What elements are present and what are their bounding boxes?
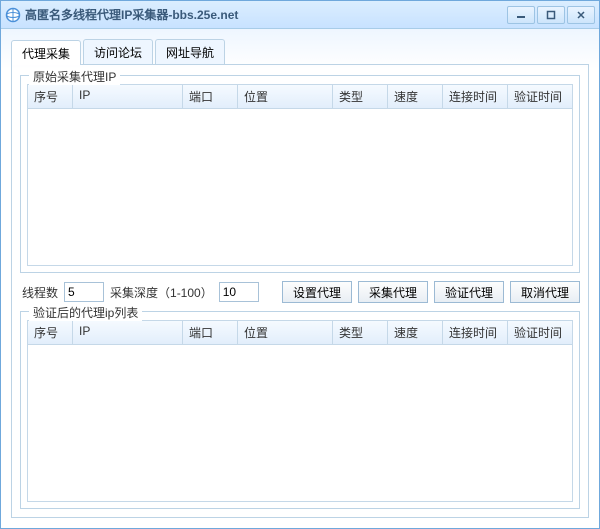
group-raw-title: 原始采集代理IP — [29, 68, 120, 85]
col-ip[interactable]: IP — [73, 85, 183, 108]
tab-visit-forum[interactable]: 访问论坛 — [83, 39, 153, 64]
group-verified: 验证后的代理ip列表 序号 IP 端口 位置 类型 速度 连接时间 验证时间 — [20, 311, 580, 509]
col-conn[interactable]: 连接时间 — [443, 85, 508, 108]
cancel-proxy-button[interactable]: 取消代理 — [510, 281, 580, 303]
col-seq[interactable]: 序号 — [28, 321, 73, 344]
collect-proxy-button[interactable]: 采集代理 — [358, 281, 428, 303]
col-type[interactable]: 类型 — [333, 85, 388, 108]
verified-table-body — [28, 345, 572, 501]
app-window: 高匿名多线程代理IP采集器-bbs.25e.net 代理采集 访问论坛 网址导航… — [0, 0, 600, 529]
col-verify[interactable]: 验证时间 — [508, 85, 572, 108]
client-area: 代理采集 访问论坛 网址导航 原始采集代理IP 序号 IP 端口 位置 类型 速… — [1, 29, 599, 528]
depth-label: 采集深度（1-100） — [110, 284, 213, 301]
col-verify[interactable]: 验证时间 — [508, 321, 572, 344]
maximize-button[interactable] — [537, 6, 565, 24]
window-buttons — [507, 6, 595, 24]
threads-input[interactable] — [64, 282, 104, 302]
window-title: 高匿名多线程代理IP采集器-bbs.25e.net — [25, 6, 507, 23]
col-ip[interactable]: IP — [73, 321, 183, 344]
depth-input[interactable] — [219, 282, 259, 302]
set-proxy-button[interactable]: 设置代理 — [282, 281, 352, 303]
verify-proxy-button[interactable]: 验证代理 — [434, 281, 504, 303]
tab-proxy-collect[interactable]: 代理采集 — [11, 40, 81, 65]
col-type[interactable]: 类型 — [333, 321, 388, 344]
tab-page: 原始采集代理IP 序号 IP 端口 位置 类型 速度 连接时间 验证时间 — [11, 65, 589, 518]
app-icon — [5, 7, 21, 23]
col-seq[interactable]: 序号 — [28, 85, 73, 108]
tab-url-nav[interactable]: 网址导航 — [155, 39, 225, 64]
verified-table-header: 序号 IP 端口 位置 类型 速度 连接时间 验证时间 — [28, 321, 572, 345]
tab-strip: 代理采集 访问论坛 网址导航 — [11, 39, 589, 65]
col-speed[interactable]: 速度 — [388, 321, 443, 344]
col-loc[interactable]: 位置 — [238, 85, 333, 108]
col-conn[interactable]: 连接时间 — [443, 321, 508, 344]
titlebar: 高匿名多线程代理IP采集器-bbs.25e.net — [1, 1, 599, 29]
verified-table[interactable]: 序号 IP 端口 位置 类型 速度 连接时间 验证时间 — [27, 320, 573, 502]
col-loc[interactable]: 位置 — [238, 321, 333, 344]
control-row: 线程数 采集深度（1-100） 设置代理 采集代理 验证代理 取消代理 — [20, 281, 580, 303]
group-verified-title: 验证后的代理ip列表 — [29, 304, 142, 321]
group-raw-collected: 原始采集代理IP 序号 IP 端口 位置 类型 速度 连接时间 验证时间 — [20, 75, 580, 273]
raw-table-header: 序号 IP 端口 位置 类型 速度 连接时间 验证时间 — [28, 85, 572, 109]
col-port[interactable]: 端口 — [183, 321, 238, 344]
col-speed[interactable]: 速度 — [388, 85, 443, 108]
col-port[interactable]: 端口 — [183, 85, 238, 108]
close-button[interactable] — [567, 6, 595, 24]
raw-table[interactable]: 序号 IP 端口 位置 类型 速度 连接时间 验证时间 — [27, 84, 573, 266]
raw-table-body — [28, 109, 572, 265]
minimize-button[interactable] — [507, 6, 535, 24]
threads-label: 线程数 — [22, 284, 58, 301]
